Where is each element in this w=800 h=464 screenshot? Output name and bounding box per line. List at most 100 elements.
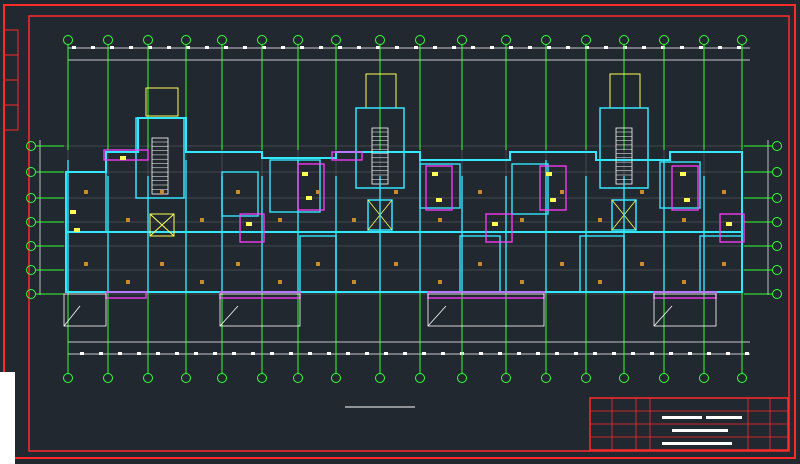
dimension-tick (224, 46, 228, 49)
axis-bubble-top (541, 35, 551, 45)
balconies (63, 293, 717, 327)
revision-strip (3, 29, 19, 131)
furniture-mark (598, 218, 602, 222)
axis-bubble-top (619, 35, 629, 45)
dimension-tick (129, 46, 133, 49)
dimension-tick (642, 46, 646, 49)
fixture-mark (436, 198, 442, 202)
furniture-mark (560, 262, 564, 266)
axis-bubble-top (415, 35, 425, 45)
axis-bubble-top (699, 35, 709, 45)
axis-bubble-right (772, 217, 782, 227)
dimension-tick (555, 352, 559, 355)
dimension-tick (384, 352, 388, 355)
furniture-mark (682, 218, 686, 222)
dimension-tick (346, 352, 350, 355)
furniture-mark (126, 280, 130, 284)
axis-bubble-top (501, 35, 511, 45)
axis-bubble-bottom (581, 373, 591, 383)
axis-bubble-top (181, 35, 191, 45)
axis-bubble-left (26, 167, 36, 177)
furniture-mark (278, 218, 282, 222)
axis-bubble-bottom (659, 373, 669, 383)
dimension-tick (270, 352, 274, 355)
axis-bubble-bottom (699, 373, 709, 383)
dimension-tick (289, 352, 293, 355)
axis-bubble-right (772, 265, 782, 275)
dimension-tick (422, 352, 426, 355)
furniture-mark (84, 262, 88, 266)
dimension-tick (441, 352, 445, 355)
axis-bubble-bottom (293, 373, 303, 383)
partition-wall (239, 213, 265, 243)
dimension-tick (517, 352, 521, 355)
fixture-mark (492, 222, 498, 226)
dimension-tick (509, 46, 513, 49)
grid-axis-bubbles (26, 35, 782, 383)
dimension-tick (471, 46, 475, 49)
axis-bubble-bottom (63, 373, 73, 383)
axis-bubble-bottom (541, 373, 551, 383)
sheet-inner-border (28, 15, 790, 452)
dimension-tick (148, 46, 152, 49)
dimension-tick (308, 352, 312, 355)
axis-bubble-right (772, 241, 782, 251)
dimension-tick (194, 352, 198, 355)
dimension-tick (566, 46, 570, 49)
furniture-mark (316, 262, 320, 266)
axis-bubble-top (103, 35, 113, 45)
axis-bubble-right (772, 289, 782, 299)
fixture-mark (680, 172, 686, 176)
dimension-tick (490, 46, 494, 49)
axis-bubble-left (26, 265, 36, 275)
room-outline (699, 235, 743, 293)
dimension-tick (395, 46, 399, 49)
axis-bubble-top (217, 35, 227, 45)
dimension-tick (72, 46, 76, 49)
dimension-tick (403, 352, 407, 355)
axis-bubble-bottom (501, 373, 511, 383)
axis-bubble-bottom (619, 373, 629, 383)
dimension-tick (99, 352, 103, 355)
partition-wall (539, 165, 567, 211)
furniture-mark (160, 262, 164, 266)
axis-bubble-top (457, 35, 467, 45)
furniture-mark (160, 190, 164, 194)
dimension-tick (612, 352, 616, 355)
dimension-tick (631, 352, 635, 355)
dimension-ticks (72, 46, 749, 355)
dimension-tick (365, 352, 369, 355)
furniture-mark (236, 262, 240, 266)
axis-bubble-bottom (181, 373, 191, 383)
fixture-mark (74, 228, 80, 232)
axis-bubble-bottom (415, 373, 425, 383)
axis-bubble-bottom (217, 373, 227, 383)
dimension-tick (156, 352, 160, 355)
furniture-mark (520, 280, 524, 284)
dimension-tick (243, 46, 247, 49)
axis-bubble-left (26, 241, 36, 251)
axis-bubble-top (257, 35, 267, 45)
furniture-mark (316, 190, 320, 194)
dimension-tick (205, 46, 209, 49)
axis-bubble-top (581, 35, 591, 45)
dimension-tick (80, 352, 84, 355)
dimension-tick (745, 352, 749, 355)
furniture-mark (560, 190, 564, 194)
dimension-tick (528, 46, 532, 49)
fixture-mark (684, 198, 690, 202)
partition-wall (719, 213, 745, 243)
furniture-mark (478, 190, 482, 194)
dimension-tick (718, 46, 722, 49)
dimension-tick (376, 46, 380, 49)
room-outline (65, 171, 107, 233)
furniture-mark (352, 280, 356, 284)
furniture-mark (84, 190, 88, 194)
dimension-tick (452, 46, 456, 49)
dimension-tick (574, 352, 578, 355)
dimension-lines (39, 47, 769, 355)
dimension-tick (604, 46, 608, 49)
fixture-mark (70, 210, 76, 214)
dimension-tick (118, 352, 122, 355)
axis-bubble-top (63, 35, 73, 45)
